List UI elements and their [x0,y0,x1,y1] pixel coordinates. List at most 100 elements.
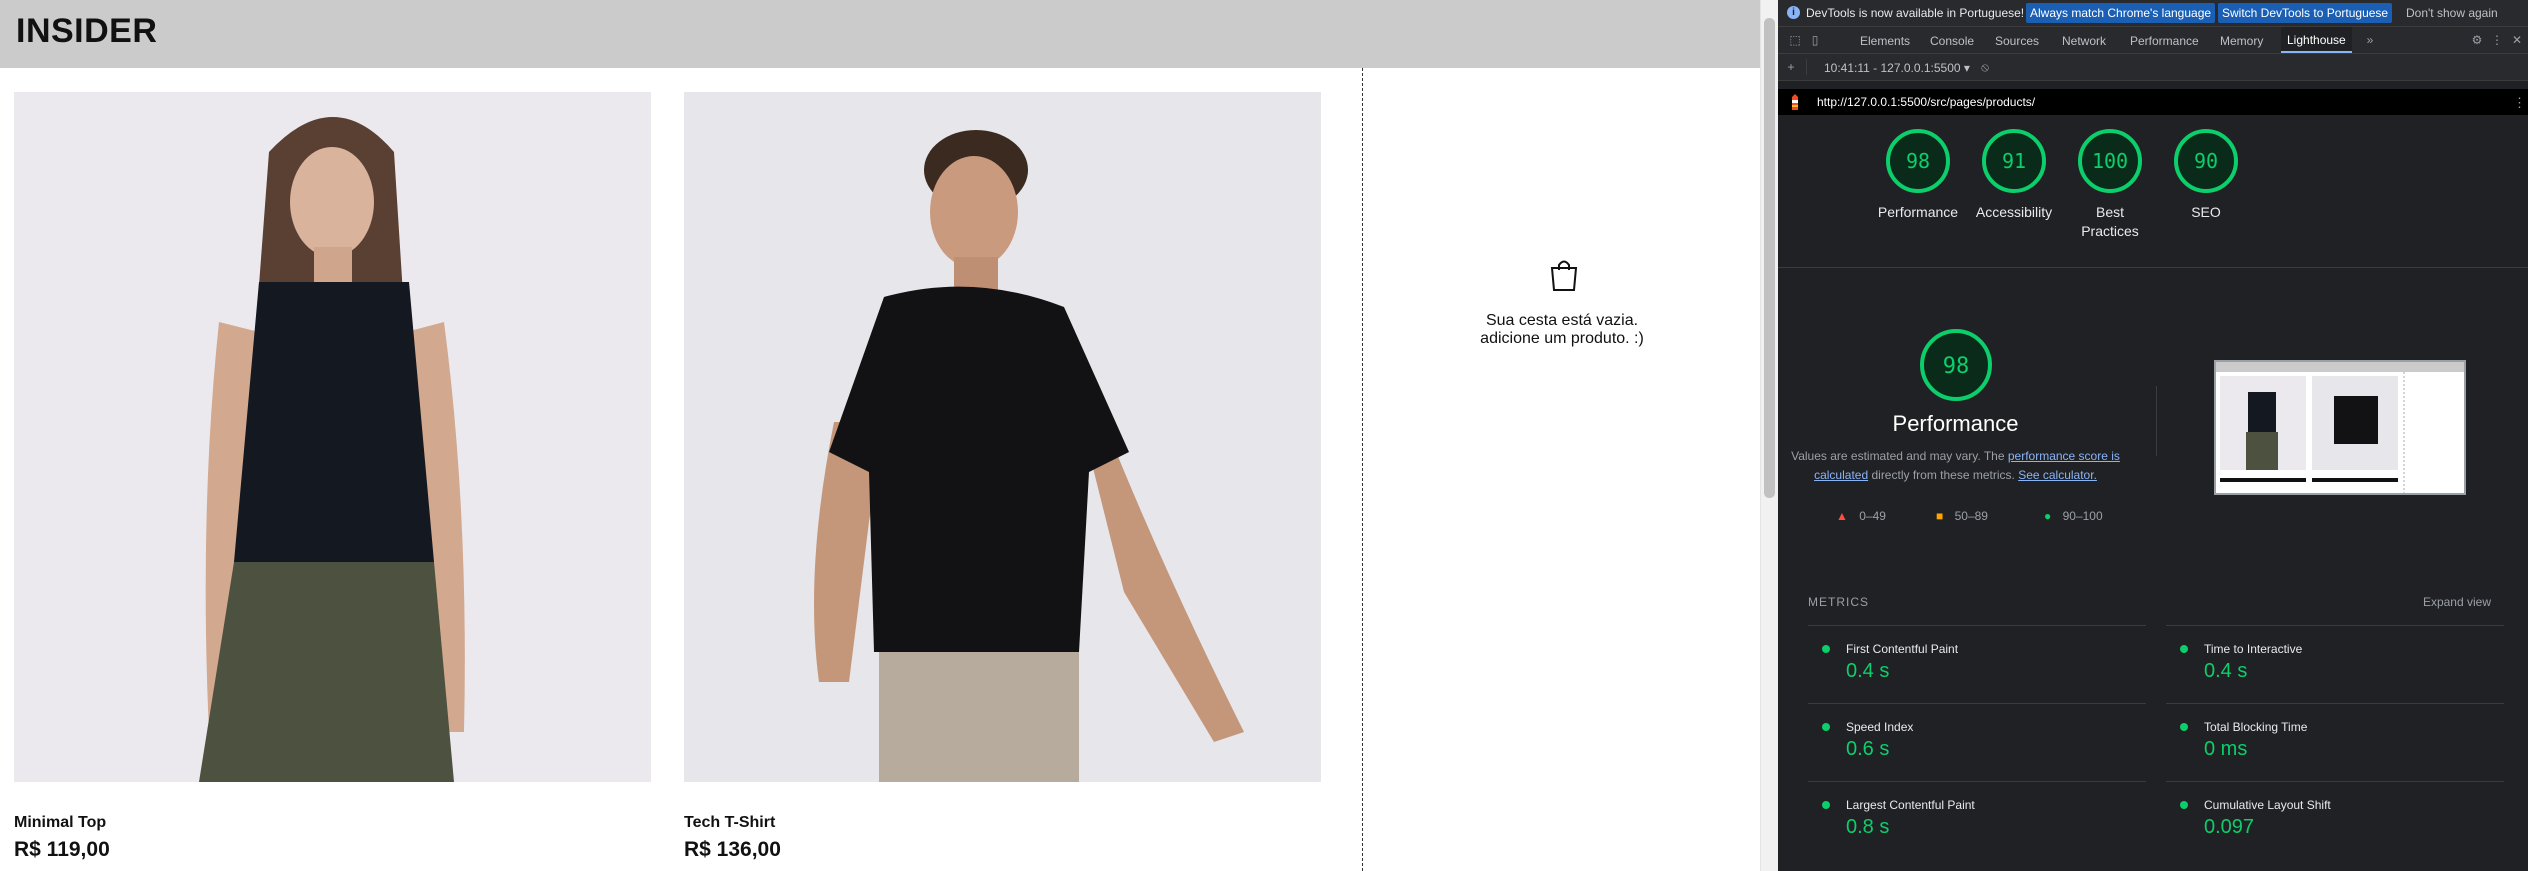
metric-value: 0.4 s [1846,660,1890,682]
metrics-header: METRICS [1808,595,1869,609]
performance-summary: 98 Performance Values are estimated and … [1778,327,2133,485]
metric-time-to-interactive: Time to Interactive 0.4 s [2166,625,2504,703]
device-toolbar-icon[interactable]: ▯ [1808,33,1822,47]
shopping-bag-icon [1550,260,1578,291]
performance-title: Performance [1892,411,2019,436]
lighthouse-url-bar: http://127.0.0.1:5500/src/pages/products… [1778,89,2528,115]
shopping-cart-panel: Sua cesta está vazia. adicione um produt… [1362,68,1760,871]
see-calculator-link[interactable]: See calculator. [2018,468,2097,482]
site-header: INSIDER [0,0,1760,68]
devtools-infobar: i DevTools is now available in Portugues… [1778,0,2528,27]
metric-speed-index: Speed Index 0.6 s [1808,703,2146,781]
new-report-plus-icon[interactable]: + [1784,60,1798,74]
lighthouse-logo-icon [1792,94,1798,110]
performance-gauge-large: 98 [1919,329,1992,401]
close-devtools-icon[interactable]: ✕ [2510,33,2524,47]
tab-performance[interactable]: Performance [2130,34,2199,48]
empty-cart-line1: Sua cesta está vazia. [1485,312,1639,329]
metric-value: 0 ms [2204,738,2248,760]
performance-score-large: 98 [1942,354,1969,379]
product-card[interactable]: Tech T-Shirt R$ 136,00 [684,92,1321,862]
desc-text: directly from these metrics. [1868,468,2019,482]
product-image[interactable] [684,92,1321,782]
product-price: R$ 119,00 [14,838,110,861]
pass-circle-icon [1822,645,1830,653]
expand-view-toggle[interactable]: Expand view [2423,595,2491,609]
legend-label: 0–49 [1859,509,1886,523]
gauge-seo[interactable]: 90 SEO [2156,127,2256,222]
tab-elements[interactable]: Elements [1860,34,1910,48]
more-options-icon[interactable]: ⋮ [2490,33,2504,47]
legend-average: ■ 50–89 [1936,509,1988,523]
toolbar-separator [1806,59,1807,75]
fail-triangle-icon: ▲ [1836,509,1848,523]
gauge-score: 91 [2002,149,2026,173]
product-card[interactable]: Minimal Top R$ 119,00 [14,92,651,862]
tab-network[interactable]: Network [2062,34,2106,48]
infobar-message: DevTools is now available in Portuguese! [1806,6,2025,20]
devtools-panel: i DevTools is now available in Portugues… [1778,0,2528,871]
metric-largest-contentful-paint: Largest Contentful Paint 0.8 s [1808,781,2146,859]
gauge-score: 100 [2092,149,2128,173]
always-match-language-button[interactable]: Always match Chrome's language [2026,3,2216,23]
page-scrollbar-thumb[interactable] [1764,18,1775,498]
lighthouse-toolbar: + 10:41:11 - 127.0.0.1:5500 ▾ ⦸ [1778,54,2528,81]
legend-label: 90–100 [2062,509,2103,523]
settings-gear-icon[interactable]: ⚙ [2470,33,2484,47]
report-menu-icon[interactable]: ⋮ [2513,95,2526,111]
metric-first-contentful-paint: First Contentful Paint 0.4 s [1808,625,2146,703]
pass-circle-icon [1822,801,1830,809]
switch-to-portuguese-button[interactable]: Switch DevTools to Portuguese [2218,3,2393,23]
metric-cumulative-layout-shift: Cumulative Layout Shift 0.097 [2166,781,2504,859]
metric-value: 0.4 s [2204,660,2248,682]
metric-value: 0.8 s [1846,816,1890,838]
gauge-score: 98 [1906,149,1930,173]
tab-lighthouse[interactable]: Lighthouse [2281,27,2352,53]
website-viewport: INSIDER Minimal Top R$ 119,00 Tech T-Shi… [0,0,1760,871]
chevron-down-icon: ▾ [1963,61,1970,75]
dont-show-again-button[interactable]: Don't show again [2402,3,2502,23]
brand-logo[interactable]: INSIDER [16,12,157,51]
gauge-best-practices[interactable]: 100 Best Practices [2060,127,2160,241]
gauge-ring: 90 [2174,129,2238,193]
info-icon: i [1787,6,1800,19]
legend-label: 50–89 [1954,509,1988,523]
metric-value: 0.097 [2204,816,2255,838]
gauge-score: 90 [2194,149,2218,173]
metric-name: Time to Interactive [2204,642,2303,656]
gauge-ring: 98 [1886,129,1950,193]
final-screenshot-thumbnail[interactable] [2214,360,2466,495]
metric-name: First Contentful Paint [1846,642,1959,656]
metric-name: Cumulative Layout Shift [2204,798,2331,812]
performance-description: Values are estimated and may vary. The p… [1791,447,2121,485]
product-name: Tech T-Shirt [684,814,776,831]
report-selector[interactable]: 10:41:11 - 127.0.0.1:5500 ▾ [1824,61,1970,75]
tab-sources[interactable]: Sources [1995,34,2039,48]
product-price: R$ 136,00 [684,838,781,861]
metric-name: Largest Contentful Paint [1846,798,1975,812]
gauge-label: SEO [2191,204,2221,220]
gauge-ring: 100 [2078,129,2142,193]
average-square-icon: ■ [1936,509,1944,523]
inspect-element-icon[interactable]: ⬚ [1788,33,1802,47]
tab-memory[interactable]: Memory [2220,34,2263,48]
gauge-performance[interactable]: 98 Performance [1868,127,1968,222]
page-scrollbar[interactable] [1760,0,1779,871]
tab-console[interactable]: Console [1930,34,1974,48]
product-image[interactable] [14,92,651,782]
pass-circle-icon [2180,723,2188,731]
gauge-ring: 91 [1982,129,2046,193]
gauge-label: Accessibility [1975,204,2053,220]
pass-circle-icon [2180,801,2188,809]
more-tabs-icon[interactable]: » [2363,33,2377,47]
empty-cart-line2: adicione um produto. :) [1480,330,1644,347]
clear-reports-icon[interactable]: ⦸ [1978,60,1992,74]
metric-name: Speed Index [1846,720,1914,734]
legend-fail: ▲ 0–49 [1836,509,1886,523]
product-name: Minimal Top [14,814,107,831]
audited-url[interactable]: http://127.0.0.1:5500/src/pages/products… [1817,95,2035,109]
gauge-accessibility[interactable]: 91 Accessibility [1964,127,2064,222]
empty-cart-message: Sua cesta está vazia. adicione um produt… [1363,312,1760,348]
pass-circle-icon [2180,645,2188,653]
gauge-label: Best Practices [2081,204,2139,239]
